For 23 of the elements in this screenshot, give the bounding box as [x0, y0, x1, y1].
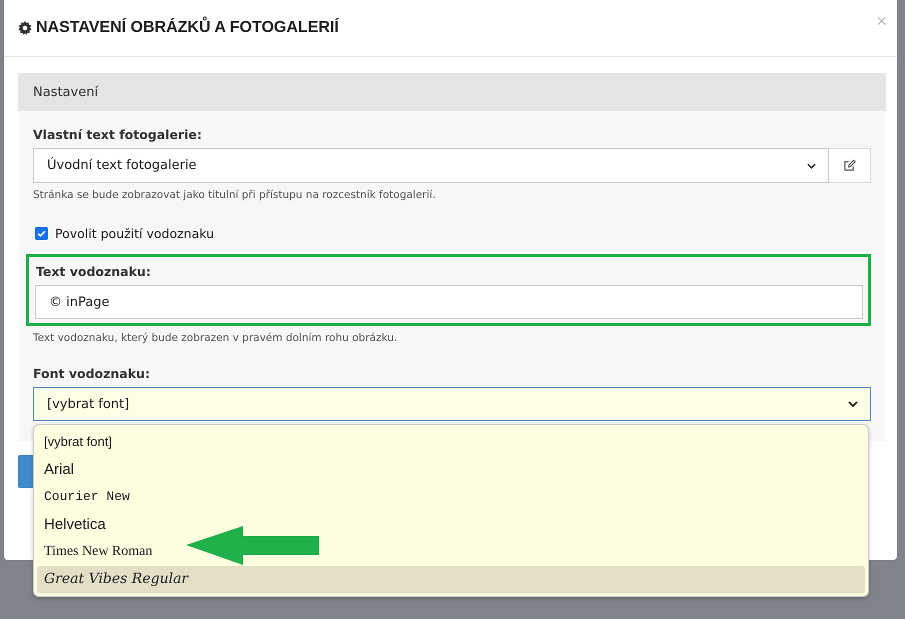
- help-text: Stránka se bude zobrazovat jako titulní při přístupu na rozcestník fotogalerií.: [33, 189, 437, 201]
- font-option[interactable]: Courier New: [37, 483, 865, 510]
- panel-title: Nastavení: [33, 84, 98, 100]
- help-text: Text vodoznaku, který bude zobrazen v pravém dolním rohu obrázku.: [33, 332, 398, 344]
- font-option[interactable]: Helvetica: [37, 510, 865, 538]
- checkbox-label: Povolit použití vodoznaku: [55, 226, 214, 241]
- dialog-title: NASTAVENÍ OBRÁZKŮ A FOTOGALERIÍ: [36, 19, 339, 37]
- settings-icon: [18, 21, 32, 35]
- font-option[interactable]: Arial: [37, 456, 865, 483]
- chevron-icon: [807, 162, 816, 168]
- font-option[interactable]: Great Vibes Regular: [37, 566, 865, 593]
- font-option[interactable]: Times New Roman: [37, 538, 865, 566]
- gallery-text-select[interactable]: Úvodní text fotogalerie: [33, 148, 829, 183]
- font-select[interactable]: [vybrat font]: [33, 387, 871, 421]
- field-label: Text vodoznaku:: [36, 264, 152, 279]
- field-label: Font vodoznaku:: [33, 366, 151, 381]
- field-label: Vlastní text fotogalerie:: [33, 127, 203, 142]
- edit-icon: [843, 159, 856, 172]
- edit-button[interactable]: [829, 148, 871, 183]
- font-option[interactable]: [vybrat font]: [37, 428, 865, 456]
- chevron-icon: [848, 401, 858, 407]
- checkbox[interactable]: [35, 227, 48, 240]
- watermark-text-field[interactable]: © inPage: [35, 285, 863, 319]
